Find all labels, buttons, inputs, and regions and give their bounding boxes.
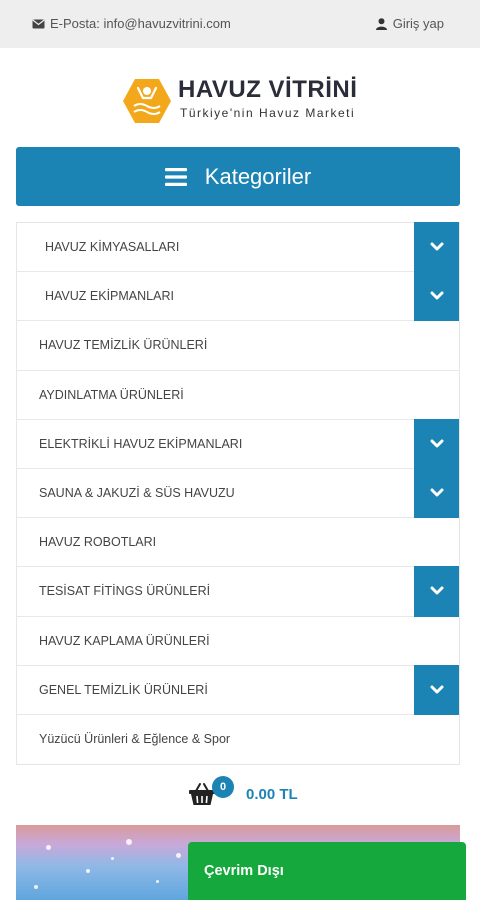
category-item[interactable]: GENEL TEMİZLİK ÜRÜNLERİ — [17, 664, 459, 715]
category-label: SAUNA & JAKUZİ & SÜS HAVUZU — [39, 486, 235, 501]
category-label: HAVUZ KAPLAMA ÜRÜNLERİ — [39, 633, 210, 648]
category-item[interactable]: ELEKTRİKLİ HAVUZ EKİPMANLARI — [17, 418, 459, 469]
category-label: ELEKTRİKLİ HAVUZ EKİPMANLARI — [39, 436, 243, 451]
site-logo[interactable]: HAVUZ VİTRİNİ Türkiye'nin Havuz Marketi — [122, 76, 362, 126]
category-label: HAVUZ ROBOTLARI — [39, 535, 157, 550]
expand-toggle[interactable] — [414, 418, 459, 469]
user-icon — [375, 17, 387, 30]
category-item[interactable]: HAVUZ ROBOTLARI — [17, 518, 459, 568]
category-label: AYDINLATMA ÜRÜNLERİ — [39, 387, 184, 402]
email-contact[interactable]: E-Posta: info@havuzvitrini.com — [32, 16, 231, 31]
category-item[interactable]: HAVUZ EKİPMANLARI — [17, 271, 459, 322]
category-item[interactable]: AYDINLATMA ÜRÜNLERİ — [17, 371, 459, 420]
category-item[interactable]: HAVUZ KİMYASALLARI — [17, 222, 459, 273]
basket[interactable]: 0 — [188, 776, 234, 808]
category-item[interactable]: HAVUZ TEMİZLİK ÜRÜNLERİ — [17, 321, 459, 371]
hamburger-menu-icon — [164, 167, 187, 186]
category-label: GENEL TEMİZLİK ÜRÜNLERİ — [39, 682, 208, 697]
live-chat-button[interactable]: Çevrim Dışı — [188, 842, 466, 900]
category-item[interactable]: Yüzücü Ürünleri & Eğlence & Spor — [17, 715, 459, 764]
cart-total: 0.00 TL — [246, 785, 298, 803]
cart-summary[interactable]: 0 0.00 TL — [188, 776, 298, 812]
email-text: E-Posta: info@havuzvitrini.com — [50, 16, 231, 31]
brand-name: HAVUZ VİTRİNİ — [178, 76, 358, 103]
category-label: HAVUZ KİMYASALLARI — [45, 240, 180, 255]
chevron-down-icon — [430, 586, 443, 595]
login-link[interactable]: Giriş yap — [375, 16, 444, 31]
expand-toggle[interactable] — [414, 222, 459, 273]
chat-status: Çevrim Dışı — [204, 863, 284, 879]
top-bar: E-Posta: info@havuzvitrini.com Giriş yap — [0, 0, 480, 48]
chevron-down-icon — [430, 439, 443, 448]
category-label: Yüzücü Ürünleri & Eğlence & Spor — [39, 732, 231, 747]
chevron-down-icon — [430, 242, 443, 251]
expand-toggle[interactable] — [414, 664, 459, 715]
login-text: Giriş yap — [392, 16, 444, 31]
category-label: HAVUZ TEMİZLİK ÜRÜNLERİ — [39, 338, 208, 353]
cart-count-badge: 0 — [212, 776, 234, 798]
category-item[interactable]: HAVUZ KAPLAMA ÜRÜNLERİ — [17, 617, 459, 666]
category-item[interactable]: SAUNA & JAKUZİ & SÜS HAVUZU — [17, 467, 459, 519]
category-label: TESİSAT FİTİNGS ÜRÜNLERİ — [39, 584, 211, 599]
expand-toggle[interactable] — [414, 566, 459, 617]
brand-tagline: Türkiye'nin Havuz Marketi — [180, 106, 356, 120]
pool-logo-icon — [123, 79, 171, 123]
chevron-down-icon — [430, 685, 443, 694]
chevron-down-icon — [430, 488, 443, 497]
category-list: HAVUZ KİMYASALLARI HAVUZ EKİPMANLARI HAVUZ… — [16, 222, 460, 766]
envelope-icon — [32, 19, 45, 28]
expand-toggle[interactable] — [414, 271, 459, 322]
categories-title: Kategoriler — [204, 163, 312, 189]
expand-toggle[interactable] — [414, 467, 459, 519]
category-item[interactable]: TESİSAT FİTİNGS ÜRÜNLERİ — [17, 566, 459, 617]
chevron-down-icon — [430, 291, 443, 300]
categories-header[interactable]: Kategoriler — [16, 147, 460, 206]
category-label: HAVUZ EKİPMANLARI — [45, 289, 174, 304]
